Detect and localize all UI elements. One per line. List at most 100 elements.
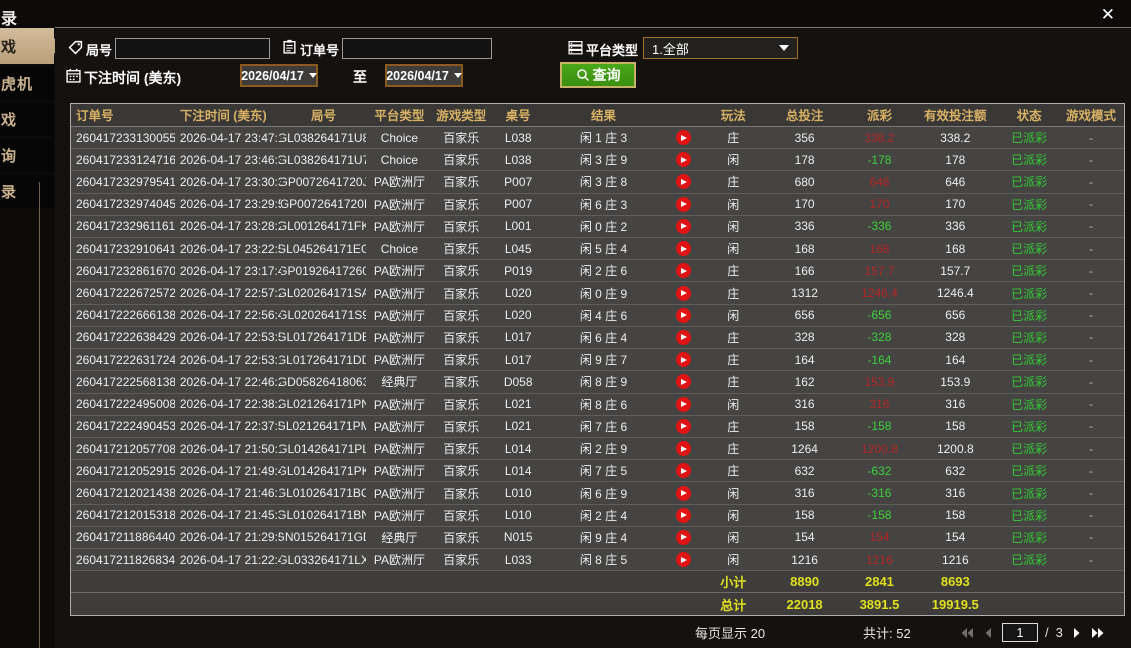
last-page-icon[interactable] [1091, 627, 1105, 639]
cell-platform: PA欧洲厅 [373, 553, 425, 568]
cell-table-no: L045 [504, 241, 532, 256]
play-video-icon[interactable] [675, 396, 691, 412]
bet-time-label: 下注时间 (美东) [84, 70, 182, 86]
sidebar-tab-3[interactable]: 询 [0, 139, 54, 172]
column-header-8: 玩法 [720, 109, 746, 124]
sidebar-tab-0[interactable]: 戏 [0, 28, 63, 64]
cell-play-type: 庄 [727, 375, 740, 390]
cell-result: 闲 6 庄 4 [579, 330, 628, 345]
cell-total-bet: 316 [794, 397, 815, 412]
table-row: 260417232961161 2026-04-17 23:28:24 GL0012… [71, 215, 1124, 238]
cell-bet-time: 2026-04-17 23:17:45 [179, 263, 281, 278]
play-video-icon[interactable] [675, 529, 691, 545]
column-header-13: 游戏模式 [1066, 109, 1117, 124]
cell-platform: PA欧洲厅 [373, 442, 425, 457]
cell-payout: 1246.4 [861, 286, 898, 301]
play-video-icon[interactable] [675, 130, 691, 146]
column-header-6: 结果 [590, 109, 616, 124]
column-header-9: 总投注 [785, 109, 824, 124]
cell-order-no: 260417212021438 [76, 486, 175, 501]
cell-table-no: L014 [504, 441, 532, 456]
play-cell [661, 438, 706, 459]
cell-result: 闲 7 庄 5 [579, 464, 628, 479]
play-video-icon[interactable] [675, 507, 691, 523]
cell-order-no: 260417233124716 [76, 152, 175, 167]
play-video-icon[interactable] [675, 196, 691, 212]
order-input[interactable] [342, 38, 492, 59]
play-video-icon[interactable] [675, 485, 691, 501]
play-video-icon[interactable] [675, 174, 691, 190]
play-video-icon[interactable] [675, 329, 691, 345]
sidebar-tab-4[interactable]: 录 [0, 175, 54, 208]
cell-platform: PA欧洲厅 [373, 264, 425, 279]
cell-payout: -316 [867, 486, 892, 501]
cell-order-no: 260417232974045 [76, 197, 175, 212]
play-video-icon[interactable] [675, 552, 691, 568]
next-page-icon[interactable] [1070, 627, 1084, 639]
cell-round-no: GL014264171PK [280, 463, 367, 478]
play-video-icon[interactable] [675, 418, 691, 434]
grand-total-label: 总计 [720, 597, 747, 613]
date-from-select[interactable]: 2026/04/17 [240, 64, 318, 87]
cell-mode: - [1089, 463, 1094, 478]
cell-valid-bet: 153.9 [940, 374, 971, 389]
table-row: 260417212015318 2026-04-17 21:45:32 GL0102… [71, 504, 1124, 527]
cell-mode: - [1089, 419, 1094, 434]
column-header-5: 桌号 [505, 109, 531, 124]
play-video-icon[interactable] [675, 463, 691, 479]
search-button[interactable]: 查询 [560, 62, 636, 88]
play-cell [661, 549, 706, 570]
page-input[interactable] [1002, 623, 1038, 642]
sidebar-tab-2[interactable]: 戏 [0, 103, 54, 136]
cell-bet-time: 2026-04-17 22:46:25 [179, 374, 281, 389]
table-row: 260417212052915 2026-04-17 21:49:43 GL0142… [71, 460, 1124, 483]
cell-valid-bet: 1246.4 [936, 286, 974, 301]
cell-mode: - [1089, 508, 1094, 523]
cell-order-no: 260417211826834 [76, 552, 175, 567]
cell-status: 已派彩 [1011, 131, 1048, 146]
cell-round-no: GL017264171DE [280, 330, 367, 345]
play-video-icon[interactable] [675, 307, 691, 323]
play-video-icon[interactable] [675, 285, 691, 301]
cell-order-no: 260417222638429 [76, 330, 175, 345]
play-video-icon[interactable] [675, 263, 691, 279]
cell-status: 已派彩 [1011, 197, 1048, 212]
cell-order-no: 260417232910641 [76, 241, 175, 256]
cell-bet-time: 2026-04-17 21:46:14 [179, 486, 281, 501]
close-icon[interactable]: ✕ [1101, 5, 1115, 25]
table-row: 260417211886440 2026-04-17 21:29:57GN0152… [71, 526, 1124, 550]
first-page-icon[interactable] [960, 627, 974, 639]
play-video-icon[interactable] [675, 241, 691, 257]
cell-order-no: 260417222631724 [76, 352, 175, 367]
cell-valid-bet: 1200.8 [936, 441, 974, 456]
play-video-icon[interactable] [675, 352, 691, 368]
cell-bet-time: 2026-04-17 22:57:29 [179, 286, 281, 301]
cell-payout: 1200.8 [861, 441, 898, 456]
cell-total-bet: 316 [794, 486, 815, 501]
round-input[interactable] [115, 38, 270, 59]
play-video-icon[interactable] [675, 152, 691, 168]
records-table: 订单号 下注时间 (美东) 局号 平台类型 游戏类型 桌号 结果 玩法 总投注 派彩 有效投注额 状态… [70, 103, 1125, 616]
cell-mode: - [1089, 330, 1094, 345]
cell-result: 闲 7 庄 6 [579, 419, 628, 434]
cell-game-type: 百家乐 [443, 530, 480, 545]
prev-page-icon[interactable] [981, 627, 995, 639]
date-to-select[interactable]: 2026/04/17 [385, 64, 463, 87]
cell-round-no: GL017264171DD [280, 352, 367, 367]
cell-payout: -336 [867, 219, 892, 234]
platform-select[interactable]: 1.全部 [643, 37, 798, 59]
cell-round-no: GL001264171FK [280, 219, 367, 234]
table-row: 260417212021438 2026-04-17 21:46:14 GL0102… [71, 482, 1124, 505]
cell-platform: Choice [380, 241, 419, 256]
cell-game-type: 百家乐 [443, 397, 480, 412]
cell-status: 已派彩 [1011, 286, 1048, 301]
play-video-icon[interactable] [675, 218, 691, 234]
page-separator: / [1045, 625, 1049, 640]
play-cell [661, 216, 706, 237]
play-cell [661, 371, 706, 392]
table-row: 260417222638429 2026-04-17 22:53:55 GL0172… [71, 326, 1124, 350]
sidebar-tab-1[interactable]: 虎机 [0, 67, 54, 100]
play-video-icon[interactable] [675, 441, 691, 457]
play-video-icon[interactable] [675, 374, 691, 390]
cell-status: 已派彩 [1011, 486, 1048, 501]
